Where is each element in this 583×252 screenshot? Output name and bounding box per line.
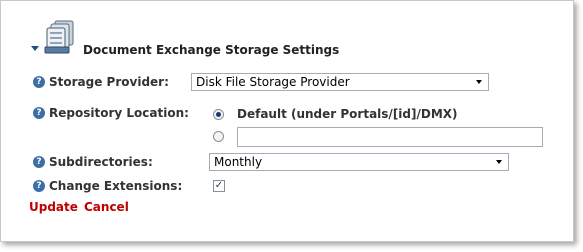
change-extensions-label: Change Extensions: <box>49 179 183 193</box>
chevron-down-icon <box>496 160 502 164</box>
custom-location-input[interactable] <box>237 127 543 147</box>
repository-location-label: Repository Location: <box>49 106 189 120</box>
settings-panel: Document Exchange Storage Settings ? Sto… <box>0 0 574 242</box>
subdirectories-label: Subdirectories: <box>49 155 153 169</box>
subdirectories-value: Monthly <box>214 155 263 169</box>
subdirectories-select[interactable]: Monthly <box>209 153 509 171</box>
chevron-down-icon <box>476 80 482 84</box>
storage-provider-value: Disk File Storage Provider <box>196 75 350 89</box>
default-location-radio[interactable] <box>213 109 224 120</box>
storage-provider-select[interactable]: Disk File Storage Provider <box>191 73 489 91</box>
help-icon[interactable]: ? <box>33 156 45 168</box>
change-extensions-checkbox[interactable]: ✓ <box>213 180 225 192</box>
help-icon[interactable]: ? <box>33 76 45 88</box>
custom-location-radio[interactable] <box>213 131 224 142</box>
help-icon[interactable]: ? <box>33 180 45 192</box>
storage-module-icon <box>44 20 74 54</box>
help-icon[interactable]: ? <box>33 107 45 119</box>
section-title: Document Exchange Storage Settings <box>83 43 340 57</box>
cancel-button[interactable]: Cancel <box>84 200 129 214</box>
update-button[interactable]: Update <box>29 200 78 214</box>
storage-provider-label: Storage Provider: <box>49 75 169 89</box>
default-location-label: Default (under Portals/[id]/DMX) <box>237 107 458 121</box>
collapse-arrow-icon[interactable] <box>31 46 39 51</box>
